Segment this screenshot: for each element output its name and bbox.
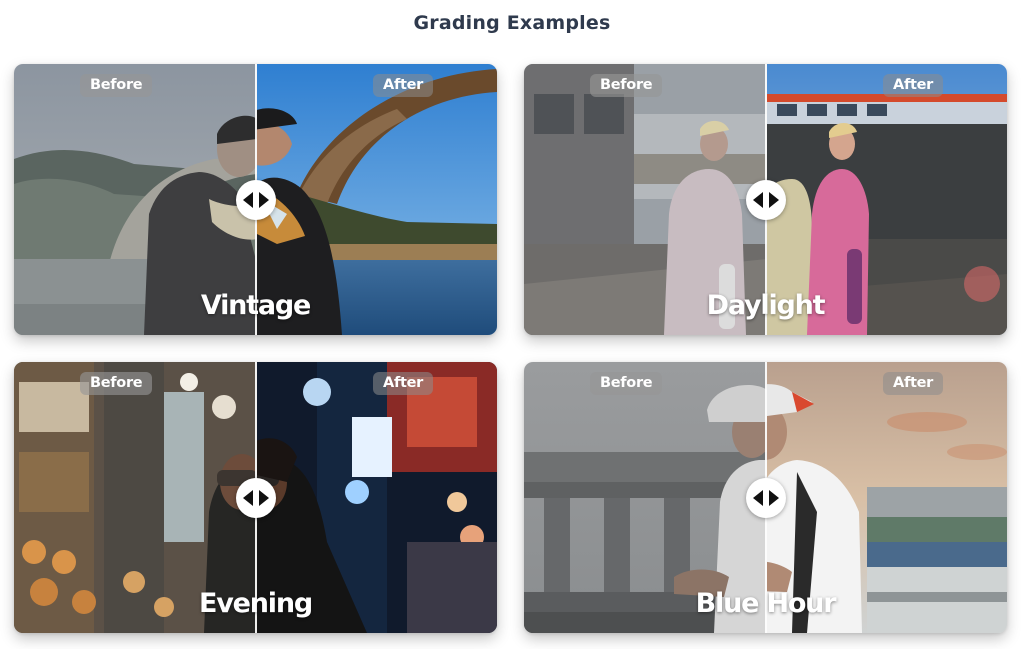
grade-label: Vintage bbox=[200, 290, 311, 321]
left-right-arrows-icon bbox=[243, 490, 269, 506]
grade-label: Daylight bbox=[706, 290, 826, 321]
left-right-arrows-icon bbox=[753, 490, 779, 506]
comparison-card-blue-hour[interactable]: Before After Blue Hour bbox=[524, 362, 1007, 633]
after-badge: After bbox=[883, 372, 943, 395]
after-badge: After bbox=[883, 74, 943, 97]
compare-slider-handle[interactable] bbox=[236, 180, 276, 220]
section-title: Grading Examples bbox=[413, 12, 611, 34]
grading-examples-page: Grading Examples Before After Vintage Be… bbox=[0, 0, 1024, 649]
grade-label: Blue Hour bbox=[695, 588, 837, 619]
before-badge: Before bbox=[590, 74, 663, 97]
before-badge: Before bbox=[80, 372, 153, 395]
before-badge: Before bbox=[590, 372, 663, 395]
comparison-card-daylight[interactable]: Before After Daylight bbox=[524, 64, 1007, 335]
before-badge: Before bbox=[80, 74, 153, 97]
after-badge: After bbox=[373, 74, 433, 97]
after-badge: After bbox=[373, 372, 433, 395]
compare-slider-handle[interactable] bbox=[746, 180, 786, 220]
compare-slider-handle[interactable] bbox=[746, 478, 786, 518]
comparison-card-evening[interactable]: Before After Evening bbox=[14, 362, 497, 633]
grade-label: Evening bbox=[199, 588, 313, 619]
compare-slider-handle[interactable] bbox=[236, 478, 276, 518]
comparison-card-vintage[interactable]: Before After Vintage bbox=[14, 64, 497, 335]
left-right-arrows-icon bbox=[243, 192, 269, 208]
left-right-arrows-icon bbox=[753, 192, 779, 208]
